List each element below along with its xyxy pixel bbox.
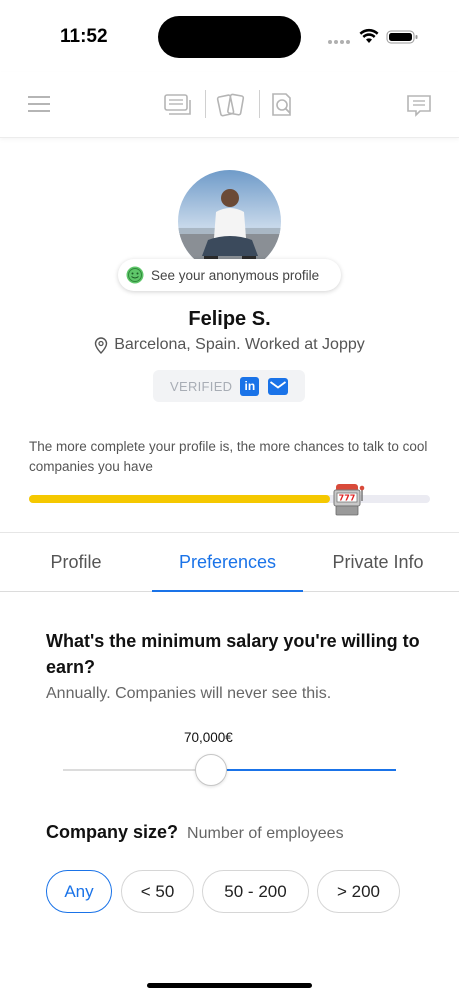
status-time: 11:52: [60, 26, 108, 47]
profile-tabs: Profile Preferences Private Info: [0, 532, 459, 592]
linkedin-icon[interactable]: in: [240, 376, 260, 396]
location-pin-icon: [95, 336, 108, 354]
anonymous-profile-label: See your anonymous profile: [151, 267, 320, 283]
search-document-icon[interactable]: [268, 91, 296, 119]
location-text: Barcelona, Spain. Worked at Joppy: [114, 336, 365, 353]
slot-machine-icon: 777: [333, 484, 365, 516]
profile-completeness-text: The more complete your profile is, the m…: [29, 439, 428, 474]
home-indicator: [147, 983, 312, 988]
svg-text:777: 777: [339, 494, 356, 503]
salary-value: 70,000€: [184, 730, 233, 745]
location-row: Barcelona, Spain. Worked at Joppy: [0, 336, 459, 354]
avatar[interactable]: [178, 170, 281, 273]
nav-divider: [259, 90, 260, 118]
company-size-option-50-200[interactable]: 50 - 200: [202, 870, 309, 913]
top-navigation: [0, 72, 459, 138]
cellular-signal-icon: [328, 40, 350, 44]
profile-progress-bar: [29, 495, 430, 503]
tab-private-info[interactable]: Private Info: [303, 533, 453, 592]
salary-slider-thumb[interactable]: [195, 754, 227, 786]
nav-divider: [205, 90, 206, 118]
salary-question: What's the minimum salary you're willing…: [46, 631, 420, 677]
chat-stack-icon[interactable]: [163, 92, 193, 118]
salary-hint: Annually. Companies will never see this.: [46, 685, 332, 702]
status-bar: 11:52: [0, 0, 459, 72]
active-tab-indicator: [152, 590, 303, 592]
anonymous-profile-button[interactable]: See your anonymous profile: [118, 259, 341, 291]
email-icon[interactable]: [268, 377, 289, 396]
salary-slider-fill: [209, 769, 396, 771]
wifi-icon: [359, 28, 379, 43]
salary-slider[interactable]: [63, 769, 396, 771]
cards-icon[interactable]: [215, 91, 247, 119]
tab-preferences[interactable]: Preferences: [152, 533, 303, 592]
smile-icon: [126, 266, 144, 284]
company-size-option-under-50[interactable]: < 50: [121, 870, 194, 913]
company-size-subtitle: Number of employees: [187, 825, 344, 842]
verified-label: VERIFIED: [170, 378, 233, 394]
company-size-heading: Company size? Number of employees: [46, 822, 344, 843]
message-icon[interactable]: [406, 93, 432, 119]
verified-badge: VERIFIED in: [153, 370, 305, 402]
company-size-option-over-200[interactable]: > 200: [317, 870, 400, 913]
user-name: Felipe S.: [188, 308, 271, 330]
company-size-option-any[interactable]: Any: [46, 870, 112, 913]
battery-icon: [386, 30, 418, 44]
tab-profile[interactable]: Profile: [0, 533, 152, 592]
profile-progress-fill: [29, 495, 330, 503]
company-size-title: Company size?: [46, 822, 179, 842]
menu-icon[interactable]: [28, 94, 50, 114]
dynamic-island: [158, 16, 301, 58]
